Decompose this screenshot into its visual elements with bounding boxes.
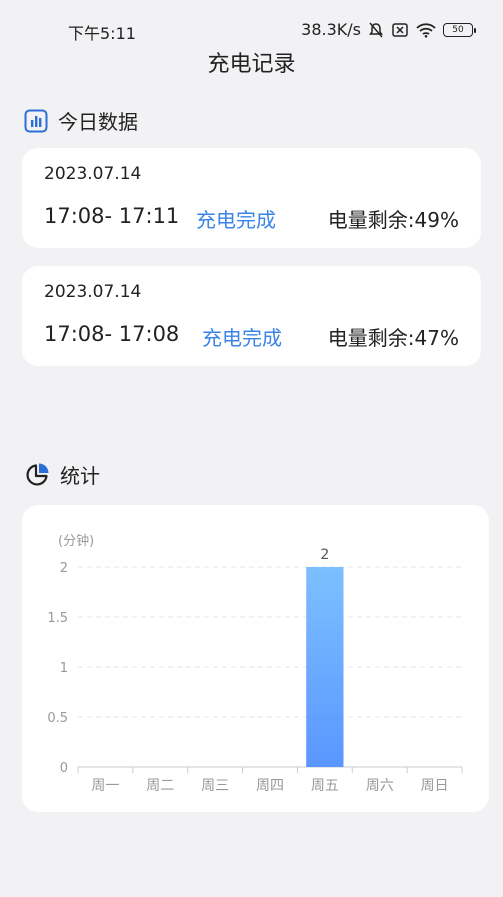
- y-tick-label: 1.5: [47, 611, 68, 626]
- stats-section-header: 统计: [24, 460, 100, 489]
- x-tick-label: 周二: [146, 778, 174, 794]
- today-section-header: 今日数据: [24, 106, 138, 135]
- x-tick-label: 周五: [311, 778, 339, 794]
- record-time-range: 17:08- 17:11: [44, 204, 180, 228]
- record-battery-level: 电量剩余:47%: [327, 326, 459, 350]
- wifi-icon: [416, 22, 436, 38]
- y-tick-label: 1: [60, 661, 68, 676]
- stats-section-label: 统计: [60, 464, 100, 488]
- mute-bell-icon: [369, 22, 383, 37]
- bar-chart-icon: [24, 109, 48, 132]
- record-date: 2023.07.14: [44, 164, 142, 184]
- x-tick-label: 周六: [366, 778, 394, 794]
- battery-level: 50: [452, 24, 464, 35]
- stats-chart-card: (分钟) 0 0.5 1 1.5 2 周一 周二 周三 周四 周五 2 周六 周日: [22, 505, 489, 812]
- charge-record-card[interactable]: 2023.07.14 17:08- 17:08 充电完成 电量剩余:47%: [22, 266, 481, 366]
- y-tick-label: 2: [60, 561, 68, 576]
- network-speed: 38.3K/s: [301, 20, 361, 39]
- y-tick-label: 0.5: [47, 711, 68, 726]
- status-time: 下午5:11: [68, 24, 136, 43]
- charge-record-card[interactable]: 2023.07.14 17:08- 17:11 充电完成 电量剩余:49%: [22, 148, 481, 248]
- x-tick-label: 周一: [91, 778, 119, 794]
- x-tick-label: 周三: [201, 778, 229, 794]
- sim-off-icon: [392, 22, 408, 37]
- record-status: 充电完成: [196, 208, 276, 232]
- bar: [306, 567, 344, 767]
- record-date: 2023.07.14: [44, 282, 142, 302]
- status-right: 38.3K/s 50: [301, 20, 476, 39]
- weekly-charge-chart: (分钟) 0 0.5 1 1.5 2 周一 周二 周三 周四 周五 2 周六 周日: [47, 533, 463, 794]
- record-battery-level: 电量剩余:49%: [327, 208, 459, 232]
- page-title: 充电记录: [207, 52, 296, 77]
- status-bar: 下午5:11 38.3K/s 50: [0, 0, 503, 43]
- record-status: 充电完成: [202, 326, 282, 350]
- x-tick-label: 周四: [256, 778, 284, 794]
- x-tick-label: 周日: [421, 778, 449, 794]
- pie-chart-icon: [26, 463, 49, 485]
- record-time-range: 17:08- 17:08: [44, 322, 180, 346]
- today-section-label: 今日数据: [58, 110, 138, 134]
- battery-icon: 50: [443, 22, 476, 37]
- y-tick-label: 0: [60, 761, 68, 776]
- chart-unit-label: (分钟): [58, 533, 94, 549]
- bar-data-label: 2: [320, 547, 329, 563]
